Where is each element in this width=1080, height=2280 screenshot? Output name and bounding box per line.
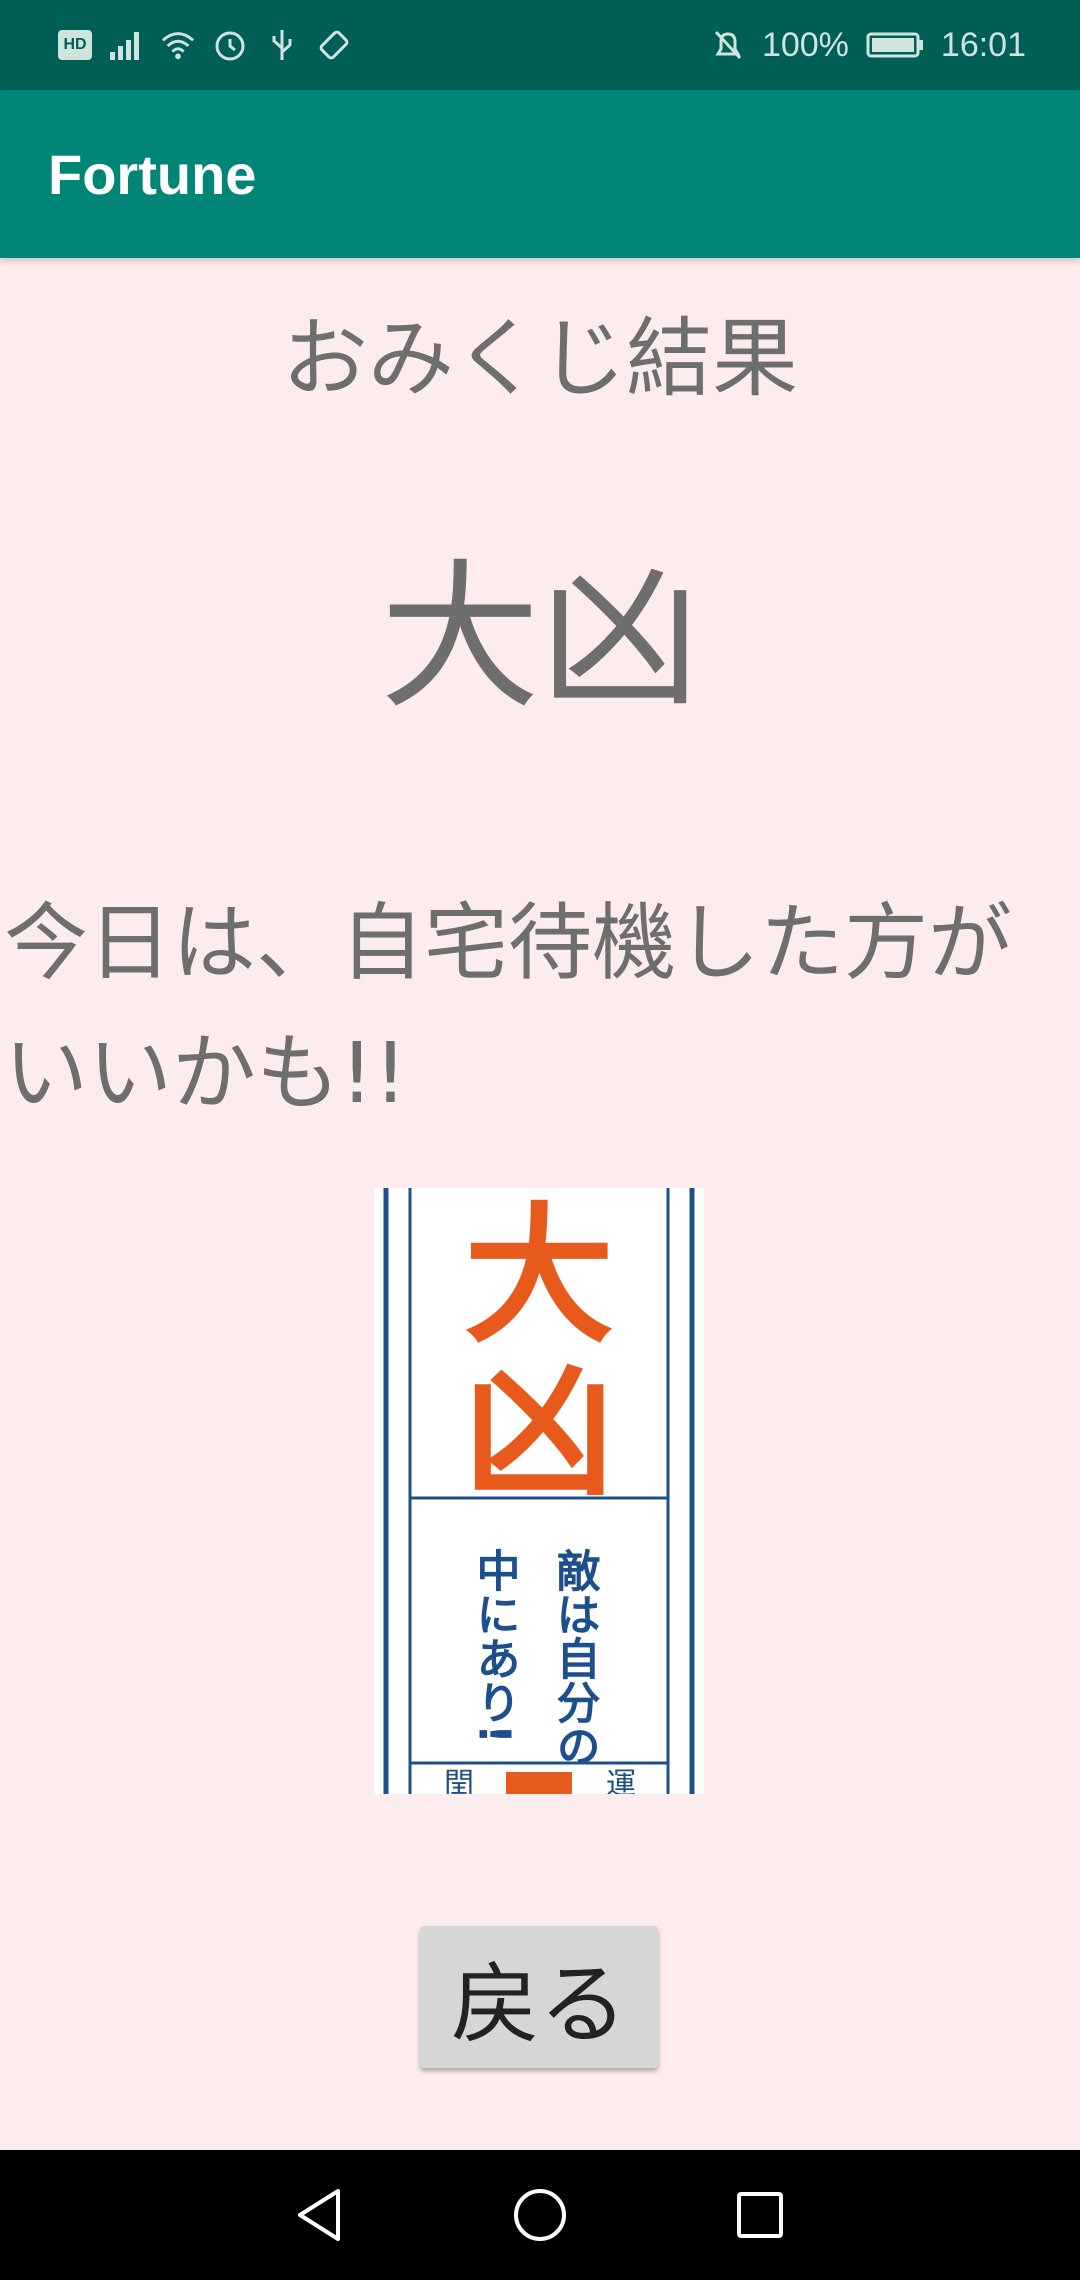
recents-icon[interactable] bbox=[720, 2175, 800, 2255]
app-title: Fortune bbox=[48, 142, 257, 206]
back-button[interactable]: 戻る bbox=[420, 1926, 658, 2068]
omikuji-big-text-1: 大 bbox=[464, 1190, 614, 1364]
rotate-icon bbox=[316, 27, 352, 63]
clock: 16:01 bbox=[940, 25, 1026, 64]
back-icon[interactable] bbox=[280, 2175, 360, 2255]
status-bar: HD 100% 16:01 bbox=[0, 0, 1080, 90]
omikuji-text-right: 敵は自分の bbox=[549, 1548, 601, 1768]
battery-percent: 100% bbox=[761, 25, 849, 64]
hd-icon: HD bbox=[58, 30, 92, 60]
signal-icon bbox=[108, 27, 144, 63]
omikuji-big-text-2: 凶 bbox=[464, 1345, 614, 1519]
app-bar: Fortune bbox=[0, 90, 1080, 258]
home-icon[interactable] bbox=[500, 2175, 580, 2255]
omikuji-image: 大 凶 敵は自分の 中にあり! 閏 運 bbox=[374, 1188, 704, 1794]
omikuji-bottom-left: 閏 bbox=[444, 1767, 474, 1794]
battery-icon bbox=[865, 27, 925, 63]
usb-icon bbox=[264, 27, 300, 63]
omikuji-text-left: 中にあり! bbox=[469, 1548, 520, 1744]
status-right-icons: 100% 16:01 bbox=[710, 26, 1026, 65]
fortune-message: 今日は、自宅待機した方がいいかも!! bbox=[4, 894, 1013, 1122]
alarm-icon bbox=[212, 27, 248, 63]
fortune-result: 大凶 bbox=[379, 544, 700, 731]
navigation-bar bbox=[0, 2150, 1080, 2280]
wifi-icon bbox=[160, 27, 196, 63]
status-left-icons: HD bbox=[58, 27, 352, 63]
main-content: おみくじ結果 大凶 今日は、自宅待機した方がいいかも!! 大 凶 敵は自分の 中… bbox=[0, 258, 1080, 2150]
mute-icon bbox=[710, 27, 746, 63]
result-heading: おみくじ結果 bbox=[282, 309, 798, 409]
omikuji-bottom-right: 運 bbox=[606, 1767, 636, 1794]
